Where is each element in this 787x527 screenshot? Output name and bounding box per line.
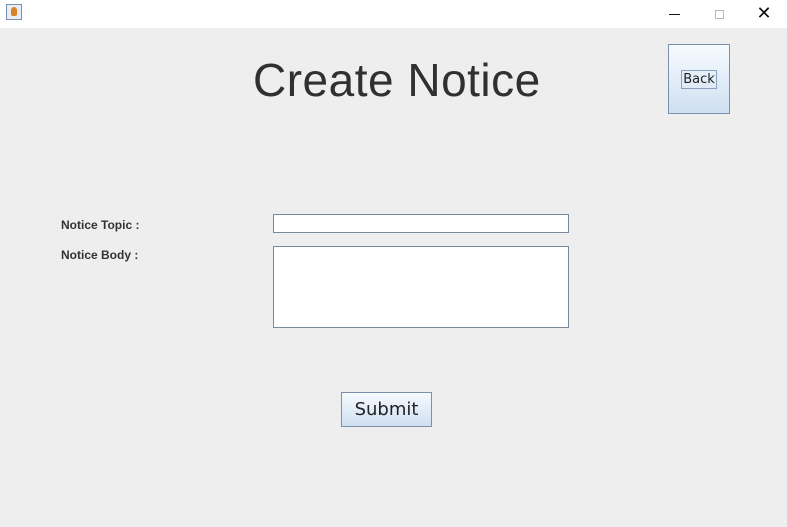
submit-button[interactable]: Submit [341, 392, 432, 427]
close-button[interactable]: ✕ [741, 0, 787, 28]
page-title: Create Notice [253, 54, 541, 106]
notice-topic-label: Notice Topic : [61, 218, 140, 232]
java-app-icon [6, 4, 22, 20]
notice-topic-input[interactable] [273, 214, 569, 233]
back-button-label: Back [681, 69, 717, 89]
window-titlebar: ✕ [0, 0, 787, 28]
back-button[interactable]: Back [668, 44, 730, 114]
close-icon: ✕ [756, 3, 772, 24]
notice-body-label: Notice Body : [61, 248, 139, 262]
minimize-button[interactable] [651, 0, 697, 28]
maximize-icon [714, 9, 724, 19]
minimize-icon [668, 13, 680, 15]
notice-body-textarea[interactable] [273, 246, 569, 328]
maximize-button[interactable] [696, 0, 742, 28]
